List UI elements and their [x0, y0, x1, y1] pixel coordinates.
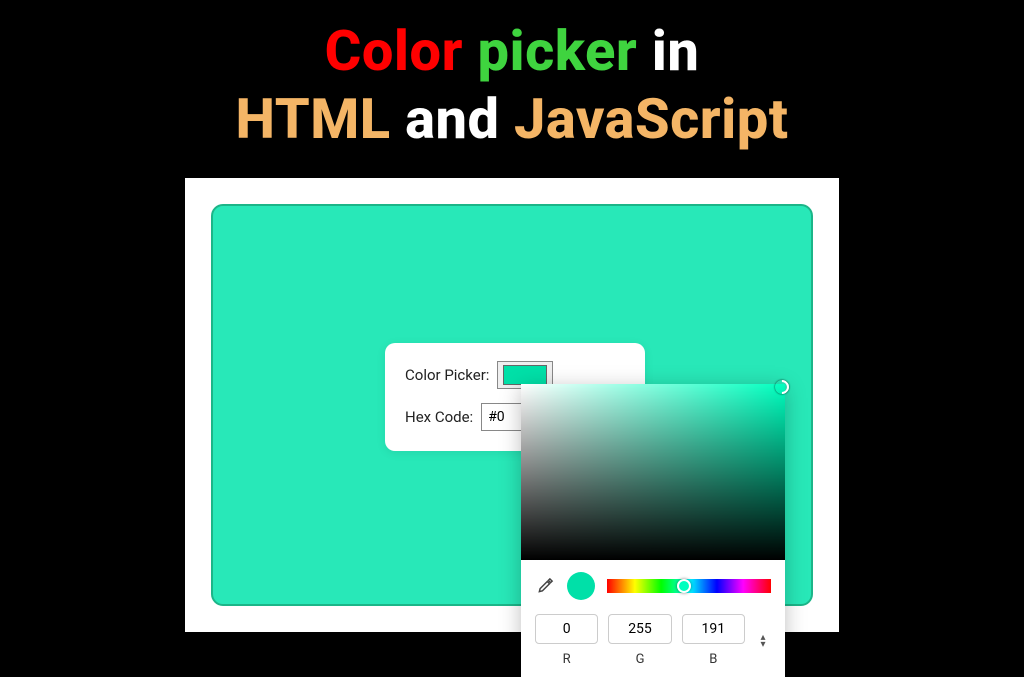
- hue-slider[interactable]: [607, 579, 771, 593]
- blue-value-input[interactable]: [682, 614, 745, 644]
- title-word-html: HTML: [236, 86, 391, 152]
- demo-stage: Color Picker: Hex Code:: [185, 178, 839, 632]
- color-picker-label: Color Picker:: [405, 366, 489, 384]
- green-value-input[interactable]: [608, 614, 671, 644]
- title-word-and: and: [405, 86, 499, 152]
- red-label: R: [535, 652, 598, 667]
- red-value-input[interactable]: [535, 614, 598, 644]
- format-toggle-icon[interactable]: ▴▾: [755, 634, 771, 648]
- hue-slider-thumb[interactable]: [677, 579, 691, 593]
- title-word-in: in: [652, 18, 700, 84]
- current-color-circle: [567, 572, 595, 600]
- saturation-value-area[interactable]: [521, 384, 785, 560]
- title-word-color: Color: [325, 18, 463, 84]
- color-picker-popup[interactable]: R G B ▴▾: [521, 384, 785, 677]
- hex-code-label: Hex Code:: [405, 408, 473, 426]
- eyedropper-icon[interactable]: [535, 576, 555, 596]
- color-swatch[interactable]: [503, 365, 547, 385]
- page-title: Color picker in HTML and JavaScript: [0, 0, 1024, 154]
- title-word-javascript: JavaScript: [514, 86, 788, 152]
- green-label: G: [608, 652, 671, 667]
- title-word-picker: picker: [477, 18, 637, 84]
- blue-label: B: [682, 652, 745, 667]
